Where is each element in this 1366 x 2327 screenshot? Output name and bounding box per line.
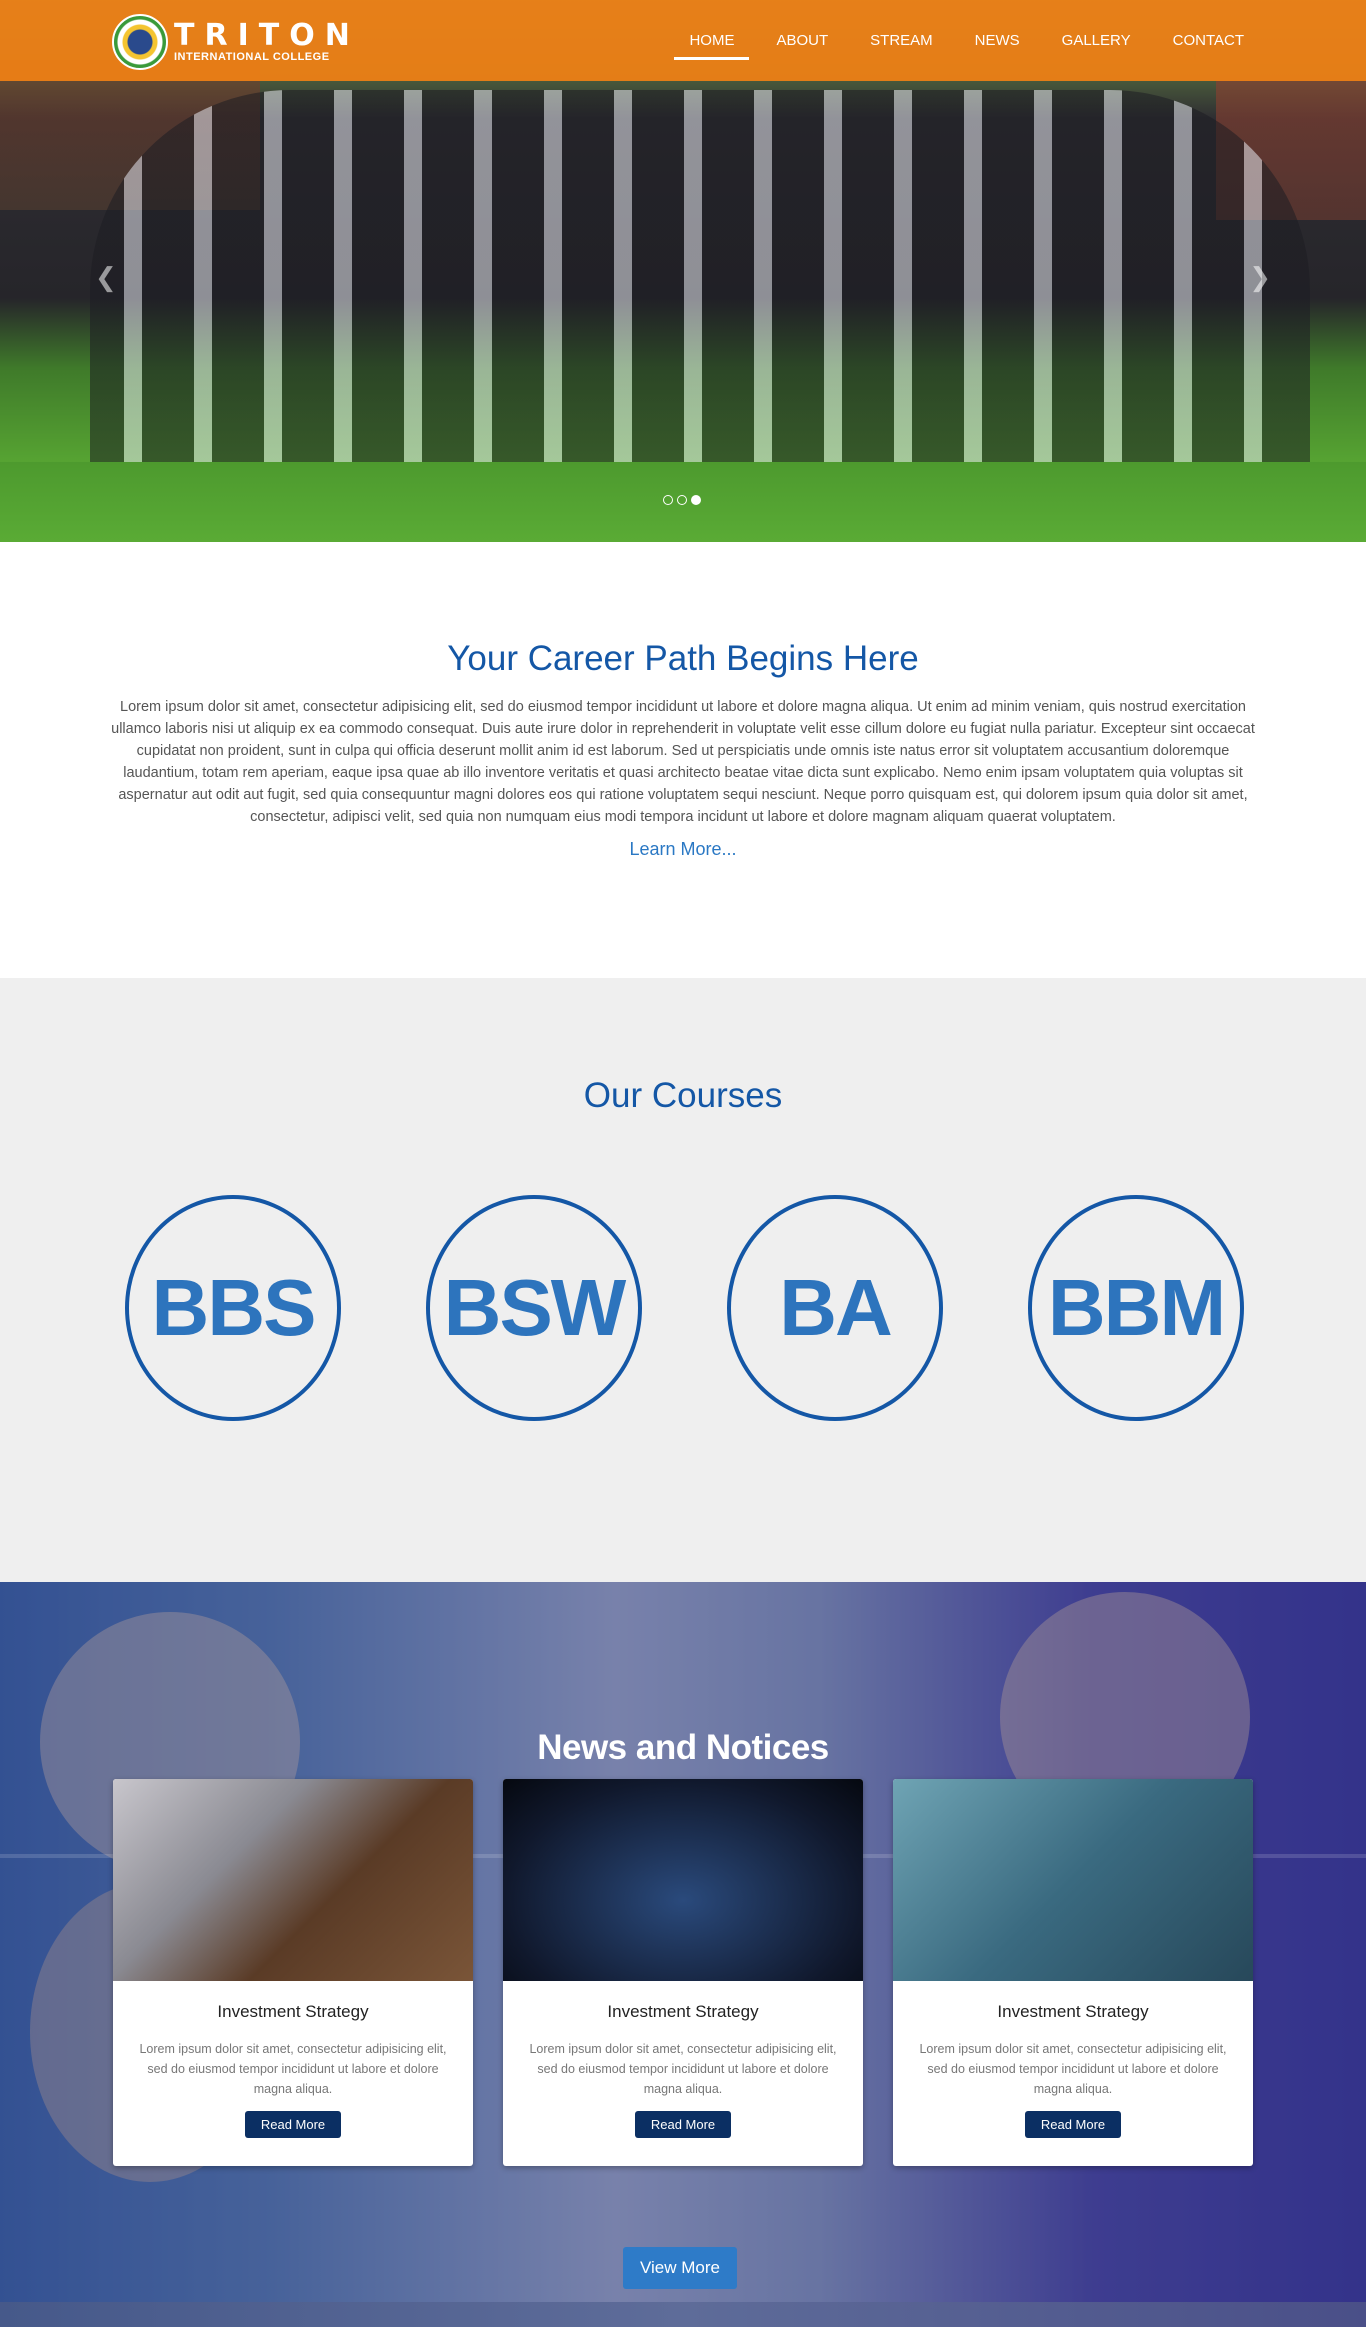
nav-news[interactable]: NEWS [960, 0, 1035, 81]
logo-name: TRITON [174, 18, 360, 53]
college-logo[interactable]: TRITON INTERNATIONAL COLLEGE [112, 14, 360, 70]
career-section: Your Career Path Begins Here Lorem ipsum… [0, 542, 1366, 978]
nav-home[interactable]: HOME [674, 0, 750, 81]
news-card: Investment Strategy Lorem ipsum dolor si… [503, 1779, 863, 2166]
news-cards: Investment Strategy Lorem ipsum dolor si… [113, 1779, 1253, 2166]
courses-title: Our Courses [583, 1076, 783, 1115]
carousel-dot-active[interactable] [691, 495, 701, 505]
view-more-button[interactable]: View More [623, 2247, 737, 2289]
hero-carousel: ❮ ❯ [0, 0, 1366, 542]
main-menu: HOME ABOUT STREAM NEWS GALLERY CONTACT [662, 0, 1259, 81]
college-emblem-icon [112, 14, 168, 70]
carousel-dot[interactable] [677, 495, 687, 505]
news-card-text: Lorem ipsum dolor sit amet, consectetur … [529, 2042, 837, 2096]
news-card-image-stocks [893, 1779, 1253, 1981]
news-card-image-gold [503, 1779, 863, 1981]
course-bbs[interactable]: BBS [125, 1195, 341, 1421]
carousel-indicators [663, 495, 701, 505]
read-more-button[interactable]: Read More [244, 2111, 342, 2138]
career-title: Your Career Path Begins Here [447, 639, 919, 678]
courses-section: Our Courses BBS BSW BA BBM [0, 978, 1366, 1582]
hero-photo-students [90, 90, 1310, 510]
course-ba[interactable]: BA [727, 1195, 943, 1421]
news-section: News and Notices Investment Strategy Lor… [0, 1582, 1366, 2327]
nav-about[interactable]: ABOUT [761, 0, 843, 81]
news-card-text: Lorem ipsum dolor sit amet, consectetur … [919, 2042, 1227, 2096]
course-list: BBS BSW BA BBM [125, 1195, 1244, 1421]
read-more-button[interactable]: Read More [1024, 2111, 1122, 2138]
news-card-image-laptop [113, 1779, 473, 1981]
news-card-title: Investment Strategy [217, 2002, 369, 2021]
learn-more-link[interactable]: Learn More... [629, 839, 736, 860]
nav-stream[interactable]: STREAM [855, 0, 948, 81]
next-section-edge [0, 2302, 1366, 2327]
course-bsw[interactable]: BSW [426, 1195, 642, 1421]
top-navbar: TRITON INTERNATIONAL COLLEGE HOME ABOUT … [0, 0, 1366, 81]
career-body: Lorem ipsum dolor sit amet, consectetur … [111, 699, 1255, 825]
news-card-title: Investment Strategy [607, 2002, 759, 2021]
news-card-title: Investment Strategy [997, 2002, 1149, 2021]
chevron-left-icon[interactable]: ❮ [95, 262, 117, 293]
nav-contact[interactable]: CONTACT [1158, 0, 1259, 81]
nav-gallery[interactable]: GALLERY [1047, 0, 1146, 81]
read-more-button[interactable]: Read More [634, 2111, 732, 2138]
news-title: News and Notices [537, 1728, 829, 1767]
news-card: Investment Strategy Lorem ipsum dolor si… [893, 1779, 1253, 2166]
carousel-dot[interactable] [663, 495, 673, 505]
course-bbm[interactable]: BBM [1028, 1195, 1244, 1421]
news-card-text: Lorem ipsum dolor sit amet, consectetur … [139, 2042, 447, 2096]
news-card: Investment Strategy Lorem ipsum dolor si… [113, 1779, 473, 2166]
chevron-right-icon[interactable]: ❯ [1249, 262, 1271, 293]
